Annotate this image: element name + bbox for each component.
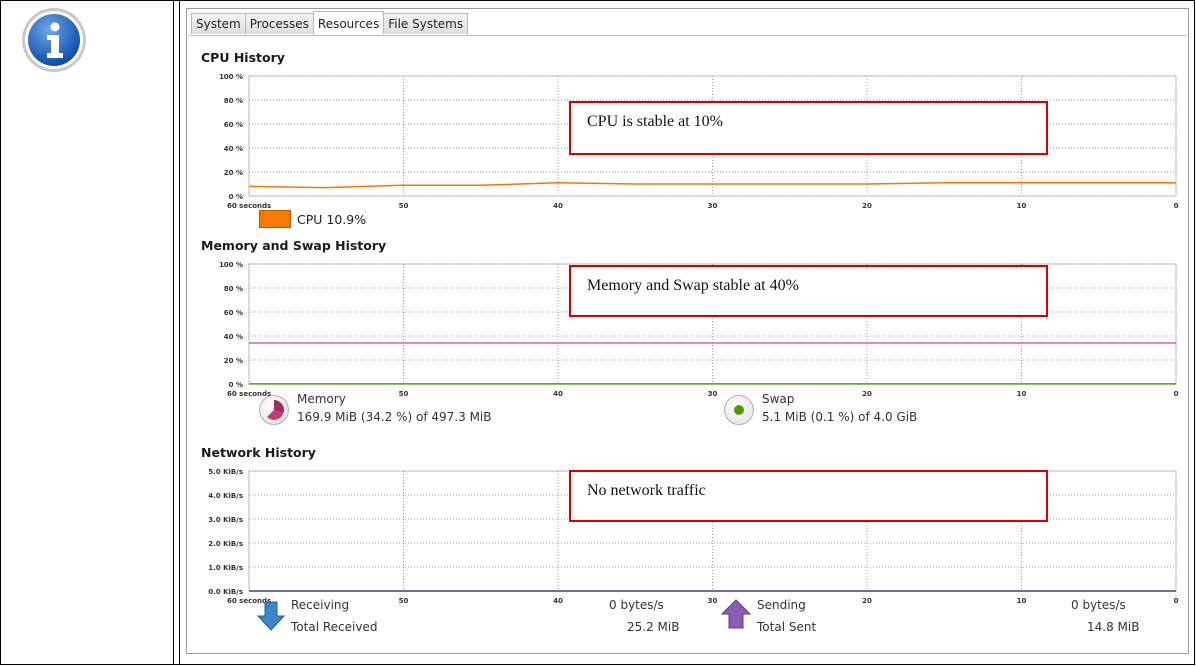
memory-x-tick-label: 40: [553, 390, 563, 398]
cpu-y-tick-label: 80 %: [224, 97, 243, 105]
cpu-x-tick-label: 10: [1017, 202, 1027, 210]
total-sent-value: 14.8 MiB: [1087, 620, 1140, 634]
network-y-tick-label: 2.0 KiB/s: [208, 540, 243, 548]
cpu-y-tick-label: 60 %: [224, 121, 243, 129]
memory-value: 169.9 MiB (34.2 %) of 497.3 MiB: [297, 410, 492, 424]
tab-system[interactable]: System: [191, 13, 246, 34]
network-y-tick-label: 0.0 KiB/s: [208, 588, 243, 596]
icon-cell: [1, 1, 174, 664]
cpu-legend-label: CPU 10.9%: [297, 211, 367, 227]
network-y-tick-label: 5.0 KiB/s: [208, 468, 243, 476]
cpu-x-tick-label: 20: [862, 202, 872, 210]
memory-x-tick-label: 0: [1174, 390, 1179, 398]
network-x-tick-label: 30: [708, 597, 718, 605]
memory-history-title: Memory and Swap History: [201, 238, 387, 253]
memory-legend: Memory 169.9 MiB (34.2 %) of 497.3 MiB: [259, 390, 491, 426]
cpu-x-tick-label: 0: [1174, 202, 1179, 210]
network-x-tick-label: 20: [862, 597, 872, 605]
receiving-label: Receiving: [291, 598, 350, 612]
cpu-y-tick-label: 40 %: [224, 145, 243, 153]
sending-label: Sending: [757, 598, 806, 612]
tab-processes[interactable]: Processes: [244, 13, 314, 34]
memory-pie-icon[interactable]: [259, 395, 289, 425]
memory-x-tick-label: 30: [708, 390, 718, 398]
cpu-annotation: CPU is stable at 10%: [569, 101, 1048, 155]
network-x-tick-label: 10: [1017, 597, 1027, 605]
receiving-rate: 0 bytes/s: [609, 598, 664, 612]
cpu-legend: CPU 10.9%: [259, 210, 366, 228]
cpu-x-tick-label: 40: [553, 202, 563, 210]
tab-file-systems[interactable]: File Systems: [383, 13, 469, 34]
memory-y-tick-label: 60 %: [224, 309, 243, 317]
memory-y-tick-label: 80 %: [224, 285, 243, 293]
memory-pie-glyph: [267, 400, 284, 420]
network-y-tick-label: 1.0 KiB/s: [208, 564, 243, 572]
memory-info: Memory 169.9 MiB (34.2 %) of 497.3 MiB: [297, 390, 491, 426]
memory-x-tick-label: 10: [1017, 390, 1027, 398]
cpu-x-tick-label: 30: [708, 202, 718, 210]
swap-value: 5.1 MiB (0.1 %) of 4.0 GiB: [762, 410, 918, 424]
cpu-y-tick-label: 100 %: [219, 73, 243, 81]
memory-y-tick-label: 0 %: [229, 381, 243, 389]
network-x-tick-label: 0: [1174, 597, 1179, 605]
sending-arrow-icon: [721, 599, 751, 629]
network-y-tick-label: 3.0 KiB/s: [208, 516, 243, 524]
cpu-y-tick-label: 20 %: [224, 169, 243, 177]
cpu-y-tick-label: 0 %: [229, 193, 243, 201]
network-annotation: No network traffic: [569, 470, 1048, 522]
network-history-title: Network History: [201, 445, 316, 460]
info-icon: [22, 8, 86, 72]
cpu-x-tick-label: 60 seconds: [227, 202, 271, 210]
memory-y-tick-label: 20 %: [224, 357, 243, 365]
tab-resources[interactable]: Resources: [312, 11, 385, 34]
receiving-arrow-icon: [257, 601, 285, 631]
cpu-history-title: CPU History: [201, 50, 285, 65]
cell-divider: [179, 1, 180, 664]
sending-rate: 0 bytes/s: [1071, 598, 1126, 612]
memory-y-tick-label: 40 %: [224, 333, 243, 341]
tab-bar: System Processes Resources File Systems: [191, 11, 469, 35]
swap-info: Swap 5.1 MiB (0.1 %) of 4.0 GiB: [762, 390, 917, 426]
memory-y-tick-label: 100 %: [219, 261, 243, 269]
cpu-x-tick-label: 50: [399, 202, 409, 210]
network-x-tick-label: 50: [399, 597, 409, 605]
cpu-color-swatch[interactable]: [259, 210, 291, 228]
network-x-tick-label: 40: [553, 597, 563, 605]
swap-dot-glyph: [734, 405, 744, 415]
document-table: System Processes Resources File Systems …: [0, 0, 1195, 665]
network-y-tick-label: 4.0 KiB/s: [208, 492, 243, 500]
memory-label: Memory: [297, 392, 346, 406]
memory-annotation: Memory and Swap stable at 40%: [569, 265, 1048, 317]
total-received-value: 25.2 MiB: [627, 620, 680, 634]
total-received-label: Total Received: [291, 620, 378, 634]
swap-legend: Swap 5.1 MiB (0.1 %) of 4.0 GiB: [724, 390, 917, 426]
swap-label: Swap: [762, 392, 795, 406]
swap-pie-icon[interactable]: [724, 395, 754, 425]
total-sent-label: Total Sent: [757, 620, 817, 634]
